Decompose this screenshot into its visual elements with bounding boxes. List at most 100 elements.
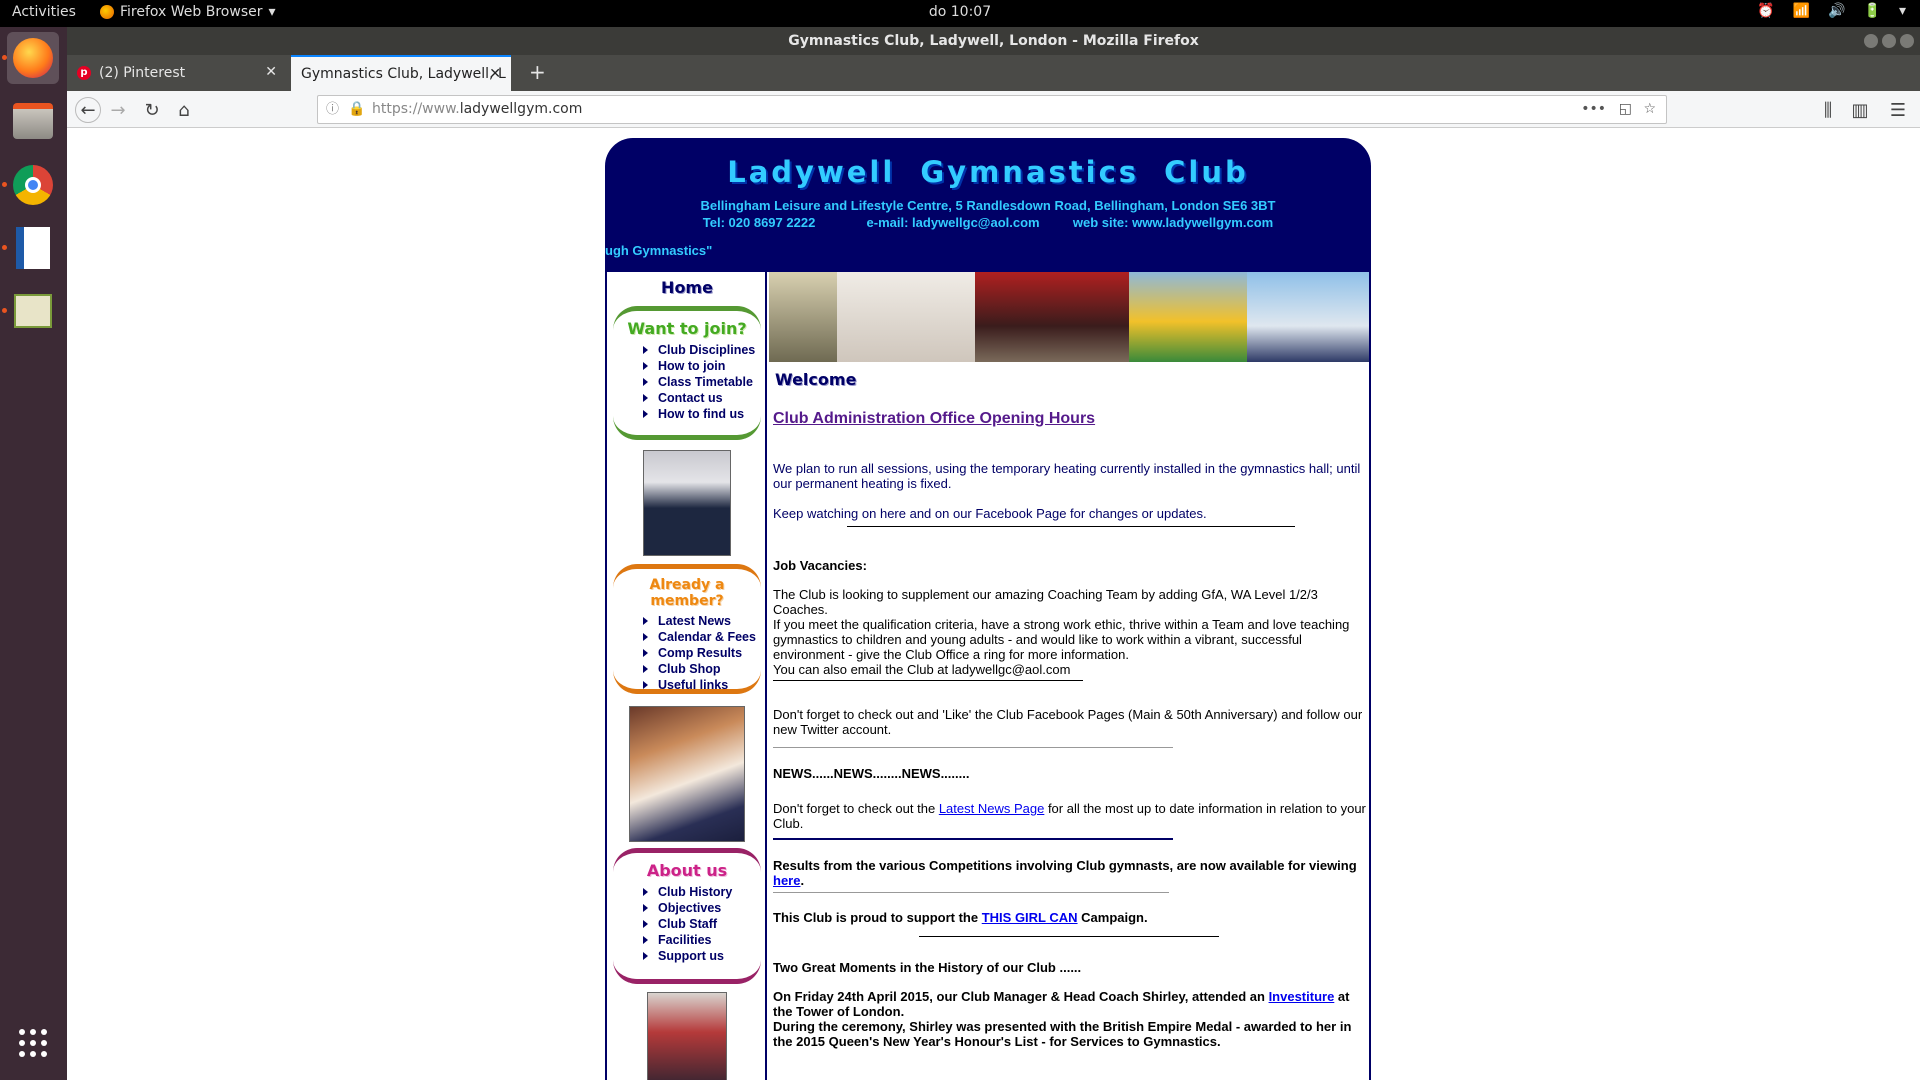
menu-item-class-timetable[interactable]: Class Timetable (643, 374, 761, 390)
new-tab-button[interactable]: + (529, 60, 546, 84)
divider (773, 680, 1083, 681)
triangle-right-icon (643, 346, 648, 354)
close-tab-icon[interactable]: ✕ (489, 66, 501, 82)
menu-icon[interactable]: ☰ (1885, 97, 1911, 123)
volume-icon[interactable]: 🔊 (1828, 3, 1845, 19)
site-contacts: Tel: 020 8697 2222 e-mail: ladywellgc@ao… (605, 215, 1371, 230)
jobs-text-3: You can also email the Club at ladywellg… (773, 662, 1071, 677)
bookmark-star-icon[interactable]: ☆ (1643, 96, 1656, 123)
launcher-writer[interactable] (7, 222, 59, 274)
clock[interactable]: do 10:07 (0, 4, 1920, 20)
site-address: Bellingham Leisure and Lifestyle Centre,… (700, 198, 1276, 213)
maximize-button[interactable] (1882, 34, 1896, 48)
forward-button[interactable]: → (105, 97, 131, 123)
triangle-right-icon (643, 665, 648, 673)
menu-item-facilities[interactable]: Facilities (643, 932, 761, 948)
moments-text-1: On Friday 24th April 2015, our Club Mana… (773, 989, 1350, 1019)
tab-label: (2) Pinterest (99, 65, 186, 81)
menu-item-club-history[interactable]: Club History (643, 884, 761, 900)
sidebar: Home Want to join? Club Disciplines How … (607, 272, 767, 1080)
coaches-photo (643, 450, 731, 556)
close-tab-icon[interactable]: ✕ (265, 64, 277, 80)
firefox-icon (13, 38, 53, 78)
launcher-chrome[interactable] (7, 159, 59, 211)
alarm-clock-icon[interactable]: ⏰ (1757, 3, 1774, 19)
window-title: Gymnastics Club, Ladywell, London - Mozi… (788, 33, 1199, 49)
menu-item-useful-links[interactable]: Useful links (643, 677, 761, 693)
back-button[interactable]: ← (75, 97, 101, 123)
menu-item-club-disciplines[interactable]: Club Disciplines (643, 342, 761, 358)
investiture-link[interactable]: Investiture (1269, 989, 1335, 1004)
sidebar-toggle-icon[interactable]: ▥ (1847, 97, 1873, 123)
results-text: Results from the various Competitions in… (773, 858, 1357, 888)
tab-pinterest[interactable]: p (2) Pinterest ✕ (67, 55, 287, 91)
wifi-icon[interactable]: 📶 (1793, 3, 1810, 19)
menu-item-how-to-find-us[interactable]: How to find us (643, 406, 761, 422)
menu-item-comp-results[interactable]: Comp Results (643, 645, 761, 661)
triangle-right-icon (643, 952, 648, 960)
menu-item-latest-news[interactable]: Latest News (643, 613, 761, 629)
site-title: Ladywell Gymnastics Club (727, 155, 1249, 189)
running-indicator (2, 245, 7, 250)
marquee-text: ugh Gymnastics" (605, 243, 713, 258)
running-indicator (2, 182, 7, 187)
close-window-button[interactable] (1900, 34, 1914, 48)
url-bar[interactable]: ⓘ 🔒 https://www.ladywellgym.com ••• ◱ ☆ (317, 95, 1667, 124)
lock-icon[interactable]: 🔒 (348, 96, 365, 123)
join-menu-title: Want to join? (627, 319, 747, 338)
member-menu-list: Latest News Calendar & Fees Comp Results… (643, 613, 761, 693)
triangle-right-icon (643, 649, 648, 657)
menu-item-club-staff[interactable]: Club Staff (643, 916, 761, 932)
results-here-link[interactable]: here (773, 873, 800, 888)
site-website: web site: www.ladywellgym.com (1072, 215, 1274, 230)
jobs-text-2: If you meet the qualification criteria, … (773, 617, 1350, 662)
reload-button[interactable]: ↻ (139, 97, 165, 123)
member-menu-title: Already a member? (649, 577, 725, 609)
office-hours-link[interactable]: Club Administration Office Opening Hours (773, 411, 1367, 427)
page-actions-icon[interactable]: ••• (1581, 96, 1606, 123)
triangle-right-icon (643, 378, 648, 386)
join-menu-list: Club Disciplines How to join Class Timet… (643, 342, 761, 422)
news-text: Don't forget to check out the Latest New… (773, 801, 1366, 831)
about-menu: About us Club History Objectives Club St… (613, 848, 761, 984)
chevron-down-icon[interactable]: ▾ (1899, 3, 1906, 19)
pocket-icon[interactable]: ◱ (1619, 96, 1632, 123)
home-button[interactable]: ⌂ (171, 97, 197, 123)
menu-item-support-us[interactable]: Support us (643, 948, 761, 964)
tab-ladywell[interactable]: Gymnastics Club, Ladywell, L ✕ (291, 55, 511, 91)
tab-label: Gymnastics Club, Ladywell, L (301, 66, 506, 82)
banner-photo (1129, 272, 1247, 362)
system-tray[interactable]: ⏰ 📶 🔊 🔋 ▾ (1757, 3, 1906, 19)
welcome-heading: Welcome (775, 370, 857, 389)
triangle-right-icon (643, 920, 648, 928)
launcher-files[interactable] (7, 95, 59, 147)
show-applications-button[interactable] (7, 1017, 59, 1069)
about-menu-list: Club History Objectives Club Staff Facil… (643, 884, 761, 964)
menu-item-how-to-join[interactable]: How to join (643, 358, 761, 374)
window-title-bar: Gymnastics Club, Ladywell, London - Mozi… (67, 27, 1920, 55)
this-girl-can-link[interactable]: THIS GIRL CAN (982, 910, 1078, 925)
menu-item-club-shop[interactable]: Club Shop (643, 661, 761, 677)
running-indicator (2, 55, 7, 60)
divider (919, 936, 1219, 937)
url-text[interactable]: https://www.ladywellgym.com (372, 96, 582, 123)
member-menu: Already a member? Latest News Calendar &… (613, 564, 761, 694)
home-link[interactable]: Home (607, 278, 767, 297)
divider (847, 526, 1295, 527)
minimize-button[interactable] (1864, 34, 1878, 48)
banner-photos (769, 272, 1369, 362)
latest-news-link[interactable]: Latest News Page (939, 801, 1045, 816)
menu-item-calendar-fees[interactable]: Calendar & Fees (643, 629, 761, 645)
chrome-icon (13, 165, 53, 205)
menu-item-objectives[interactable]: Objectives (643, 900, 761, 916)
divider (773, 747, 1173, 748)
battery-icon[interactable]: 🔋 (1864, 3, 1881, 19)
library-icon[interactable]: ⫼ (1815, 97, 1841, 123)
launcher-image-viewer[interactable] (7, 285, 59, 337)
launcher-firefox[interactable] (7, 32, 59, 84)
triangle-right-icon (643, 904, 648, 912)
join-menu: Want to join? Club Disciplines How to jo… (613, 306, 761, 440)
menu-item-contact-us[interactable]: Contact us (643, 390, 761, 406)
info-icon[interactable]: ⓘ (326, 96, 339, 123)
about-menu-title: About us (646, 861, 728, 880)
